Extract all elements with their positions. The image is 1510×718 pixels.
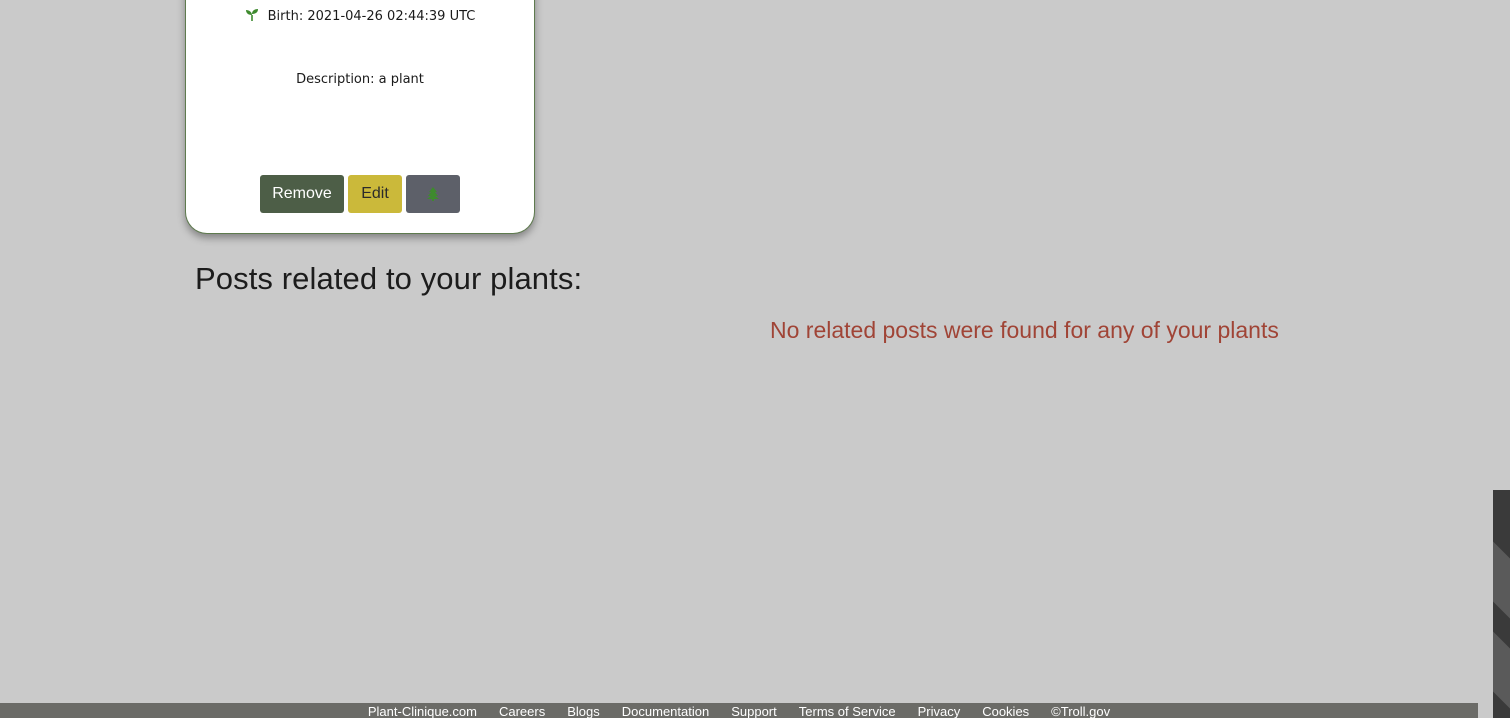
scrollbar-stripe <box>1493 631 1510 709</box>
footer-link-documentation[interactable]: Documentation <box>622 703 709 718</box>
footer-link-plant-clinique[interactable]: Plant-Clinique.com <box>368 703 477 718</box>
edit-button[interactable]: Edit <box>348 175 402 213</box>
card-actions: Remove Edit <box>186 175 534 213</box>
footer-link-blogs[interactable]: Blogs <box>567 703 600 718</box>
footer-link-troll[interactable]: ©Troll.gov <box>1051 703 1110 718</box>
birth-label: Birth: 2021-04-26 02:44:39 UTC <box>267 9 476 24</box>
footer: Plant-Clinique.com Careers Blogs Documen… <box>0 703 1478 718</box>
page: Birth: 2021-04-26 02:44:39 UTC Descripti… <box>0 0 1510 718</box>
tree-icon <box>427 187 439 201</box>
remove-button[interactable]: Remove <box>260 175 344 213</box>
scrollbar-stripe <box>1493 541 1510 619</box>
plant-card: Birth: 2021-04-26 02:44:39 UTC Descripti… <box>185 0 535 234</box>
footer-link-careers[interactable]: Careers <box>499 703 545 718</box>
sprout-icon <box>245 9 258 21</box>
footer-link-terms[interactable]: Terms of Service <box>799 703 896 718</box>
footer-link-privacy[interactable]: Privacy <box>918 703 961 718</box>
posts-heading: Posts related to your plants: <box>195 261 583 296</box>
tree-button[interactable] <box>406 175 460 213</box>
no-posts-message: No related posts were found for any of y… <box>770 317 1279 343</box>
birth-row: Birth: 2021-04-26 02:44:39 UTC <box>186 9 534 24</box>
scrollbar[interactable] <box>1493 490 1510 718</box>
plant-description: Description: a plant <box>296 72 424 87</box>
footer-link-support[interactable]: Support <box>731 703 777 718</box>
footer-link-cookies[interactable]: Cookies <box>982 703 1029 718</box>
